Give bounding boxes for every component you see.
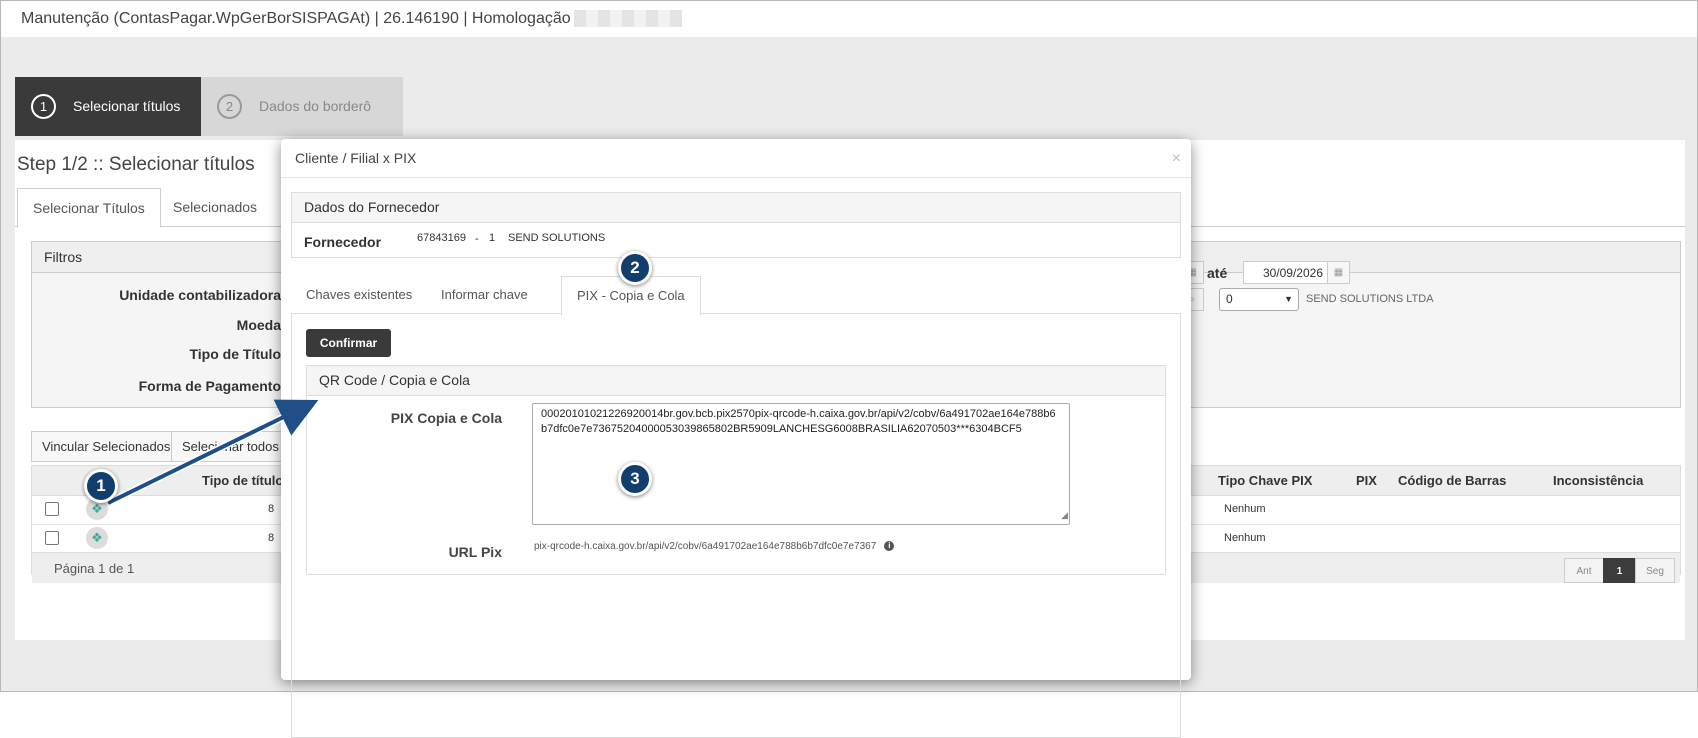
filter-label-tipo-titulo: Tipo de Título: [189, 346, 281, 362]
link-selected-button[interactable]: Vincular Selecionados: [31, 431, 182, 462]
close-icon[interactable]: ×: [1172, 150, 1181, 168]
supplier-branch: 1: [489, 232, 496, 244]
wizard-step-1[interactable]: 1 Selecionar títulos: [15, 77, 225, 136]
url-value-wrap: pix-qrcode-h.caixa.gov.br/api/v2/cobv/6a…: [534, 541, 895, 552]
supplier-name-readout: SEND SOLUTIONS LTDA: [1306, 293, 1434, 305]
filter-label-forma-pagamento: Forma de Pagamento: [138, 378, 281, 394]
qr-box-title: QR Code / Copia e Cola: [307, 366, 1165, 396]
supplier-code: 67843169: [417, 232, 466, 244]
step-label: Selecionar títulos: [73, 98, 181, 114]
cell-tipo-titulo: 8: [268, 503, 275, 515]
tab-chaves-existentes[interactable]: Chaves existentes: [291, 276, 427, 314]
modal-header: Cliente / Filial x PIX ×: [281, 139, 1191, 178]
filter-label-unidade: Unidade contabilizadora: [119, 287, 281, 303]
redacted-user: [574, 10, 682, 27]
filter-label-moeda: Moeda: [236, 317, 281, 333]
chevron-down-icon: ▼: [1284, 294, 1293, 304]
select-all-button[interactable]: Selecionar todos: [171, 431, 290, 462]
cell-tipo-chave-pix: Nenhum: [1224, 503, 1266, 515]
header-tipo-chave-pix: Tipo Chave PIX: [1218, 473, 1313, 488]
pix-textarea[interactable]: 00020101021226920014br.gov.bcb.pix2570pi…: [532, 403, 1070, 525]
row-checkbox[interactable]: [45, 531, 59, 545]
date-to-label: até: [1207, 265, 1228, 281]
resize-handle-icon[interactable]: ◢: [1061, 508, 1068, 523]
row-checkbox[interactable]: [45, 502, 59, 516]
branch-select[interactable]: 0 ▼: [1219, 288, 1299, 311]
url-value: pix-qrcode-h.caixa.gov.br/api/v2/cobv/6a…: [534, 541, 877, 552]
tab-selecionados[interactable]: Selecionados: [158, 188, 272, 226]
annotation-badge-1: 1: [84, 469, 118, 503]
step-label: Dados do borderô: [259, 98, 372, 114]
tab-selecionar-titulos[interactable]: Selecionar Títulos: [17, 188, 161, 228]
step-number: 2: [217, 94, 242, 119]
supplier-separator: -: [475, 233, 479, 245]
page-info: Página 1 de 1: [54, 561, 135, 576]
wizard-step-2[interactable]: 2 Dados do borderô: [201, 77, 403, 136]
url-label: URL Pix: [448, 544, 502, 560]
tab-informar-chave[interactable]: Informar chave: [426, 276, 543, 314]
confirm-button[interactable]: Confirmar: [306, 329, 391, 357]
pager-current[interactable]: 1: [1603, 558, 1636, 583]
pager-next[interactable]: Seg: [1635, 558, 1675, 583]
supplier-box-title: Dados do Fornecedor: [292, 193, 1180, 223]
pix-clover-icon[interactable]: ❖: [86, 527, 108, 549]
info-icon[interactable]: i: [884, 541, 895, 552]
pix-modal: Cliente / Filial x PIX × Dados do Fornec…: [281, 139, 1191, 738]
annotation-badge-3: 3: [618, 462, 652, 496]
date-to-input[interactable]: 30/09/2026: [1243, 261, 1328, 284]
supplier-label: Fornecedor: [304, 234, 382, 250]
page-title: Step 1/2 :: Selecionar títulos: [17, 154, 255, 175]
pager-prev[interactable]: Ant: [1564, 558, 1604, 583]
supplier-box: Dados do Fornecedor Fornecedor 67843169 …: [291, 192, 1181, 258]
header-inconsistencia: Inconsistência: [1553, 473, 1644, 488]
supplier-name: SEND SOLUTIONS: [508, 232, 606, 244]
calendar-icon[interactable]: ▦: [1327, 261, 1350, 284]
header-pix: PIX: [1356, 473, 1377, 488]
annotation-badge-2: 2: [618, 251, 652, 285]
step-number: 1: [31, 94, 56, 119]
window-title: Manutenção (ContasPagar.WpGerBorSISPAGAt…: [21, 10, 580, 27]
cell-tipo-titulo: 8: [268, 532, 275, 544]
branch-select-value: 0: [1226, 292, 1233, 306]
modal-title: Cliente / Filial x PIX: [295, 150, 417, 166]
pix-textarea-value: 00020101021226920014br.gov.bcb.pix2570pi…: [541, 408, 1056, 435]
header-codigo-barras: Código de Barras: [1398, 473, 1507, 488]
header-tipo-titulo: Tipo de título: [202, 473, 284, 488]
pix-label: PIX Copia e Cola: [390, 410, 502, 426]
cell-tipo-chave-pix: Nenhum: [1224, 532, 1266, 544]
title-bar: Manutenção (ContasPagar.WpGerBorSISPAGAt…: [1, 1, 1697, 37]
